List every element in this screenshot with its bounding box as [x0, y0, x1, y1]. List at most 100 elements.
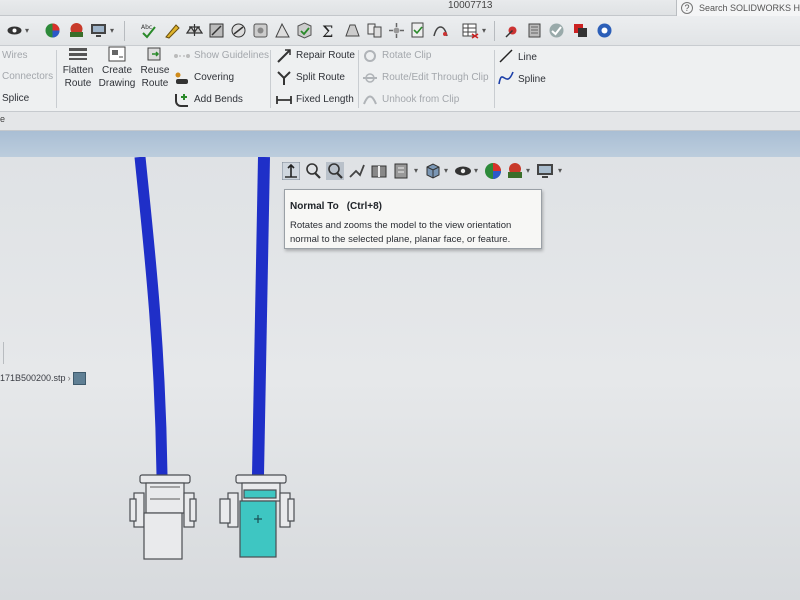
- wires-command[interactable]: Wires: [2, 50, 28, 61]
- options-badge-icon[interactable]: [596, 22, 613, 39]
- feature-tree-edge: [0, 342, 4, 364]
- document-title: 10007713: [448, 0, 493, 11]
- sensor-icon[interactable]: [388, 22, 405, 39]
- zoom-to-area-icon[interactable]: [326, 162, 344, 180]
- mass-properties-icon[interactable]: [186, 22, 203, 39]
- separator: [494, 50, 495, 108]
- compare-documents-icon[interactable]: [366, 22, 383, 39]
- create-drawing-button[interactable]: Create Drawing: [97, 46, 137, 90]
- deviation-analysis-icon[interactable]: [432, 22, 449, 39]
- tooltip-shortcut: (Ctrl+8): [346, 201, 383, 212]
- tooltip-description-line1: Rotates and zooms the model to the view …: [290, 220, 512, 231]
- line-icon: [499, 49, 513, 63]
- scene-icon[interactable]: [68, 22, 85, 39]
- hole-alignment-icon[interactable]: [252, 22, 269, 39]
- tab-partial[interactable]: e: [0, 114, 5, 124]
- split-route-command[interactable]: Split Route: [296, 72, 345, 83]
- chevron-down-icon[interactable]: ▾: [414, 166, 418, 175]
- check-clearance-icon[interactable]: [230, 22, 247, 39]
- normal-to-icon[interactable]: [282, 162, 300, 180]
- split-route-icon: [277, 71, 291, 85]
- feature-tree-node[interactable]: 171B500200.stp ›: [0, 369, 96, 387]
- equations-sigma-icon[interactable]: Σ: [320, 22, 337, 39]
- edit-appearance-icon[interactable]: [484, 162, 502, 180]
- routing-ribbon: Wires Connectors Splice Flatten Route Cr…: [0, 46, 800, 112]
- section-properties-icon[interactable]: [208, 22, 225, 39]
- zoom-to-fit-icon[interactable]: [304, 162, 322, 180]
- title-bar: 10007713 ? Search SOLIDWORKS Help: [0, 0, 800, 16]
- search-placeholder: Search SOLIDWORKS Help: [699, 3, 800, 13]
- show-guidelines-icon: [174, 54, 190, 58]
- covering-command[interactable]: Covering: [194, 72, 234, 83]
- previous-view-icon[interactable]: [348, 162, 366, 180]
- chevron-down-icon[interactable]: ▾: [482, 26, 486, 35]
- create-drawing-icon: [108, 46, 126, 62]
- tooltip-title: Normal To: [290, 201, 339, 212]
- simulation-table-icon[interactable]: [462, 22, 479, 39]
- route-check-icon[interactable]: [548, 22, 565, 39]
- chevron-down-icon[interactable]: ▾: [444, 166, 448, 175]
- connectors-command[interactable]: Connectors: [2, 71, 53, 82]
- left-wire[interactable]: [134, 157, 168, 476]
- svg-text:Σ: Σ: [322, 22, 333, 39]
- chevron-down-icon[interactable]: ▾: [558, 166, 562, 175]
- route-edit-through-clip-command[interactable]: Route/Edit Through Clip: [382, 72, 489, 83]
- electrical-library-icon[interactable]: [572, 22, 589, 39]
- fixed-length-icon: [276, 96, 292, 104]
- repair-route-command[interactable]: Repair Route: [296, 50, 355, 61]
- design-checker-icon[interactable]: [410, 22, 427, 39]
- chevron-down-icon[interactable]: ▾: [25, 26, 29, 35]
- routing-point-icon[interactable]: [504, 22, 521, 39]
- separator: [56, 50, 57, 108]
- route-through-clip-icon: [363, 73, 377, 83]
- appearance-sphere-icon[interactable]: [44, 22, 61, 39]
- help-search-icon: ?: [681, 2, 693, 14]
- reuse-route-label-1: Reuse: [140, 65, 170, 76]
- left-connector[interactable]: [129, 474, 197, 560]
- line-command[interactable]: Line: [518, 52, 537, 63]
- part-icon: [72, 372, 86, 386]
- right-connector-selected[interactable]: [219, 474, 295, 558]
- chevron-down-icon[interactable]: ▾: [526, 166, 530, 175]
- pipe-spool-icon[interactable]: [526, 22, 543, 39]
- measure-tool-icon[interactable]: [164, 22, 181, 39]
- spline-command[interactable]: Spline: [518, 74, 546, 85]
- apply-scene-icon[interactable]: [506, 162, 524, 180]
- create-drawing-label-2: Drawing: [98, 78, 136, 89]
- unhook-clip-icon: [363, 95, 377, 105]
- display-style-icon[interactable]: [454, 162, 472, 180]
- splice-command[interactable]: Splice: [2, 93, 29, 104]
- fixed-length-command[interactable]: Fixed Length: [296, 94, 354, 105]
- section-view-icon[interactable]: [370, 162, 388, 180]
- show-guidelines-command[interactable]: Show Guidelines: [194, 50, 269, 61]
- svg-text:Abc: Abc: [141, 24, 152, 31]
- rotate-clip-command[interactable]: Rotate Clip: [382, 50, 431, 61]
- chevron-down-icon[interactable]: ▾: [474, 166, 478, 175]
- view-eye-icon[interactable]: [6, 22, 23, 39]
- dynamic-annotation-view-icon[interactable]: [392, 162, 410, 180]
- search-help-input[interactable]: ? Search SOLIDWORKS Help: [676, 0, 800, 16]
- view-orientation-icon[interactable]: [424, 162, 442, 180]
- viewport-header-band: [0, 131, 800, 157]
- heads-up-view-toolbar: ▾ ▾ ▾ ▾ ▾: [280, 160, 570, 184]
- reuse-route-button[interactable]: Reuse Route: [138, 46, 172, 90]
- monitor-icon[interactable]: [90, 22, 107, 39]
- chevron-down-icon[interactable]: ▾: [110, 26, 114, 35]
- chevron-right-icon: ›: [67, 373, 71, 383]
- covering-icon: [175, 72, 188, 84]
- thickness-analysis-icon[interactable]: [344, 22, 361, 39]
- normal-to-tooltip: Normal To (Ctrl+8) Rotates and zooms the …: [284, 189, 542, 249]
- spell-check-icon[interactable]: Abc: [140, 22, 157, 39]
- add-bends-icon: [175, 94, 188, 107]
- add-bends-command[interactable]: Add Bends: [194, 94, 243, 105]
- right-wire[interactable]: [252, 157, 270, 476]
- command-tab-strip: e: [0, 112, 800, 131]
- flatten-route-label-1: Flatten: [62, 65, 94, 76]
- separator: [494, 21, 495, 41]
- geometry-analysis-icon[interactable]: [274, 22, 291, 39]
- unhook-from-clip-command[interactable]: Unhook from Clip: [382, 94, 459, 105]
- flatten-route-button[interactable]: Flatten Route: [60, 46, 96, 90]
- part-reviewer-icon[interactable]: [296, 22, 313, 39]
- view-settings-icon[interactable]: [536, 162, 554, 180]
- separator: [270, 50, 271, 108]
